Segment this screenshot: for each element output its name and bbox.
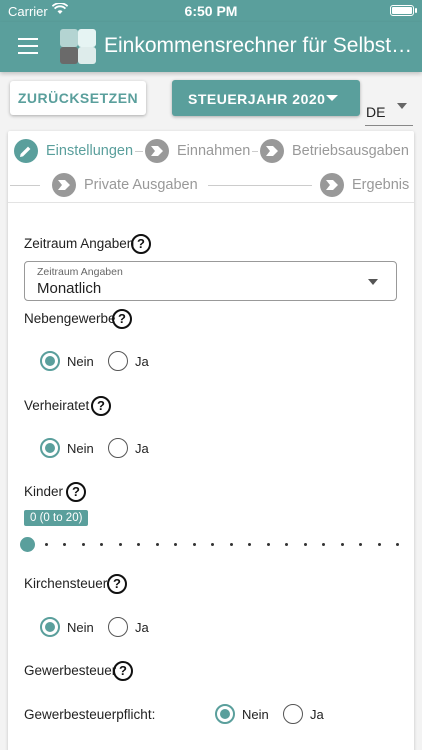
- app-bar: Einkommensrechner für Selbständige: [0, 22, 422, 72]
- reset-button[interactable]: ZURÜCKSETZEN: [10, 81, 146, 115]
- app-logo-icon: [58, 26, 98, 66]
- clock: 6:50 PM: [184, 3, 238, 19]
- slider-tick: [44, 543, 48, 546]
- tax-year-dropdown[interactable]: STEUERJAHR 2020: [172, 80, 360, 116]
- language-value: DE: [366, 104, 386, 120]
- zeitraum-select[interactable]: Zeitraum Angaben Monatlich: [24, 261, 397, 301]
- radio-label: Nein: [242, 707, 269, 722]
- slider-tick: [359, 543, 362, 546]
- slider-tick: [118, 543, 122, 546]
- slider-tick: [266, 543, 270, 546]
- slider-tick: [63, 543, 66, 546]
- kirchensteuer-label: Kirchensteuer: [24, 576, 108, 591]
- status-bar: Carrier 6:50 PM: [0, 0, 422, 22]
- help-icon[interactable]: ?: [107, 574, 127, 594]
- kinder-slider[interactable]: [20, 537, 400, 553]
- radio-label: Nein: [67, 441, 94, 456]
- radio-label: Ja: [310, 707, 324, 722]
- step-arrow-icon: [52, 173, 76, 197]
- zeitraum-value: Monatlich: [37, 280, 102, 297]
- slider-tick: [340, 543, 344, 546]
- slider-tick: [81, 543, 85, 546]
- help-icon[interactable]: ?: [113, 661, 133, 681]
- gewerbesteuer-label: Gewerbesteuer: [24, 663, 117, 678]
- step-connector: [135, 151, 143, 152]
- menu-icon[interactable]: [18, 38, 38, 54]
- radio-label: Nein: [67, 620, 94, 635]
- settings-card: Einstellungen Einnahmen Betriebsausgaben…: [8, 131, 414, 750]
- radio-unchecked-icon: [108, 617, 128, 637]
- radio-label: Ja: [135, 354, 149, 369]
- step-arrow-icon: [260, 139, 284, 163]
- kirchensteuer-nein-radio[interactable]: Nein: [40, 617, 100, 637]
- gewerbesteuerpflicht-label: Gewerbesteuerpflicht:: [24, 707, 156, 722]
- radio-checked-icon: [40, 617, 60, 637]
- radio-label: Ja: [135, 620, 149, 635]
- slider-tick: [137, 543, 140, 546]
- slider-tick: [211, 543, 214, 546]
- verheiratet-label: Verheiratet: [24, 398, 90, 413]
- slider-tick: [174, 543, 177, 546]
- slider-tick: [248, 543, 251, 546]
- radio-checked-icon: [40, 351, 60, 371]
- radio-label: Nein: [67, 354, 94, 369]
- slider-thumb[interactable]: [20, 537, 35, 552]
- language-select[interactable]: DE: [365, 98, 413, 126]
- caret-down-icon: [368, 279, 378, 285]
- slider-tick: [322, 543, 325, 546]
- slider-tick: [100, 543, 103, 546]
- zeitraum-label: Zeitraum Angaben: [24, 236, 135, 251]
- radio-checked-icon: [40, 438, 60, 458]
- nebengewerbe-nein-radio[interactable]: Nein: [40, 351, 100, 371]
- battery-icon: [390, 5, 417, 16]
- verheiratet-ja-radio[interactable]: Ja: [108, 438, 158, 458]
- kinder-label: Kinder: [24, 484, 64, 499]
- slider-tick: [192, 543, 196, 546]
- slider-tick: [155, 543, 159, 546]
- help-icon[interactable]: ?: [91, 396, 111, 416]
- stepper-divider: [8, 202, 414, 203]
- slider-tick: [303, 543, 307, 546]
- step-label: Ergebnis: [352, 177, 410, 193]
- step-label: Private Ausgaben: [84, 177, 198, 193]
- app-title: Einkommensrechner für Selbständige: [104, 34, 414, 57]
- caret-down-icon: [397, 103, 407, 109]
- kirchensteuer-ja-radio[interactable]: Ja: [108, 617, 158, 637]
- help-icon[interactable]: ?: [66, 482, 86, 502]
- help-icon[interactable]: ?: [112, 309, 132, 329]
- help-icon[interactable]: ?: [131, 234, 151, 254]
- step-label: Betriebsausgaben: [292, 143, 409, 159]
- radio-unchecked-icon: [108, 438, 128, 458]
- edit-pencil-icon: [14, 139, 38, 163]
- nebengewerbe-label: Nebengewerbe: [24, 311, 116, 326]
- slider-tick: [396, 543, 399, 546]
- radio-unchecked-icon: [283, 704, 303, 724]
- slider-tick: [285, 543, 288, 546]
- step-connector: [10, 185, 40, 186]
- zeitraum-field-label: Zeitraum Angaben: [37, 266, 123, 278]
- slider-tick: [377, 543, 381, 546]
- gewerbesteuerpflicht-nein-radio[interactable]: Nein: [215, 704, 277, 724]
- nebengewerbe-ja-radio[interactable]: Ja: [108, 351, 158, 371]
- verheiratet-nein-radio[interactable]: Nein: [40, 438, 100, 458]
- step-label: Einnahmen: [177, 143, 251, 159]
- step-connector: [252, 151, 258, 152]
- slider-tick: [229, 543, 233, 546]
- step-arrow-icon: [320, 173, 344, 197]
- radio-checked-icon: [215, 704, 235, 724]
- radio-unchecked-icon: [108, 351, 128, 371]
- step-arrow-icon: [145, 139, 169, 163]
- gewerbesteuerpflicht-ja-radio[interactable]: Ja: [283, 704, 333, 724]
- step-connector: [208, 185, 312, 186]
- step-label: Einstellungen: [46, 143, 134, 159]
- tax-year-label: STEUERJAHR 2020: [188, 91, 326, 107]
- radio-label: Ja: [135, 441, 149, 456]
- caret-down-icon: [326, 95, 338, 101]
- kinder-value-chip: 0 (0 to 20): [24, 510, 89, 526]
